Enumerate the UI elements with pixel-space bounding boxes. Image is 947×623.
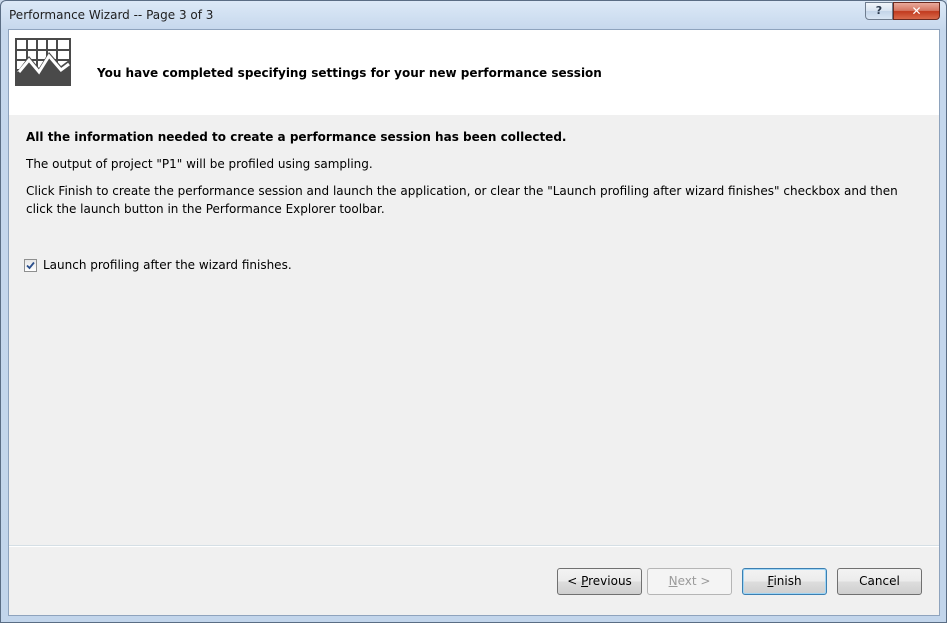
next-button-rest: ext >	[677, 574, 711, 588]
wizard-client-area: You have completed specifying settings f…	[8, 29, 940, 616]
previous-button-rest: revious	[588, 574, 632, 588]
performance-chart-icon	[15, 38, 71, 86]
next-button[interactable]: Next >	[647, 568, 732, 595]
help-button[interactable]: ?	[865, 2, 893, 20]
previous-button-prefix: <	[567, 574, 582, 588]
window-title: Performance Wizard -- Page 3 of 3	[9, 8, 214, 22]
cancel-button[interactable]: Cancel	[837, 568, 922, 595]
banner-title: You have completed specifying settings f…	[97, 66, 602, 80]
next-button-mnemonic: N	[668, 574, 678, 588]
finish-button-rest: inish	[773, 574, 802, 588]
output-description: The output of project "P1" will be profi…	[26, 157, 373, 171]
previous-button[interactable]: < Previous	[557, 568, 642, 595]
launch-profiling-checkbox-row[interactable]: Launch profiling after the wizard finish…	[24, 257, 292, 273]
finish-instructions: Click Finish to create the performance s…	[26, 184, 898, 216]
finish-button[interactable]: Finish	[742, 568, 827, 595]
title-bar[interactable]: Performance Wizard -- Page 3 of 3 ? ✕	[1, 1, 946, 29]
checkmark-icon	[26, 261, 35, 269]
close-button[interactable]: ✕	[893, 2, 940, 20]
wizard-window: Performance Wizard -- Page 3 of 3 ? ✕ Yo…	[0, 0, 947, 623]
launch-profiling-label[interactable]: Launch profiling after the wizard finish…	[43, 258, 292, 272]
launch-profiling-checkbox[interactable]	[24, 258, 37, 272]
wizard-banner: You have completed specifying settings f…	[9, 30, 939, 115]
completion-heading: All the information needed to create a p…	[26, 130, 567, 144]
button-separator	[9, 545, 939, 547]
